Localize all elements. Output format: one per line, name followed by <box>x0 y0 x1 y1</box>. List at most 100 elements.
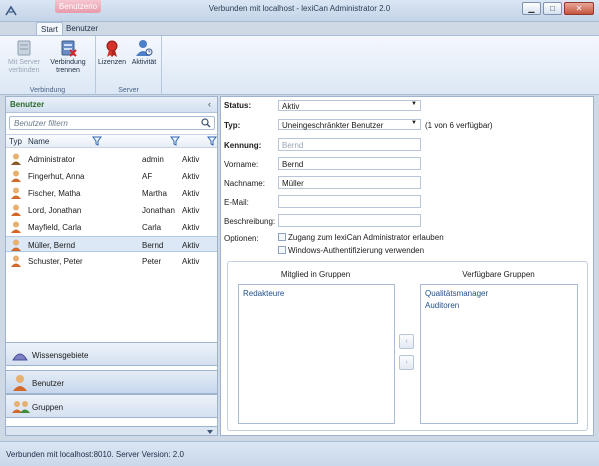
table-row[interactable]: Fischer, Matha Martha Aktiv <box>6 185 217 201</box>
group-label-server: Server <box>118 87 139 94</box>
license-ribbon-icon <box>106 40 118 57</box>
table-row[interactable]: Lord, Jonathan Jonathan Aktiv <box>6 202 217 218</box>
user-short-name: Bernd <box>142 241 164 250</box>
status-label: Status: <box>224 101 252 110</box>
nav-gruppen[interactable]: Gruppen <box>5 394 218 418</box>
connect-label-1: Mit Server <box>8 59 40 66</box>
navigation-pane: Wissensgebiete Benutzer Gruppen <box>5 342 218 438</box>
move-to-member-button[interactable]: ‹ <box>399 334 414 349</box>
user-filter-input[interactable]: Benutzer filtern <box>9 116 215 130</box>
type-select[interactable]: Uneingeschränkter Benutzer ▼ <box>278 119 421 130</box>
table-row[interactable]: Administrator admin Aktiv <box>6 151 217 167</box>
user-status: Aktiv <box>182 155 200 164</box>
table-row[interactable]: Fingerhut, Anna AF Aktiv <box>6 168 217 184</box>
chevron-down-icon <box>207 430 213 434</box>
user-icon <box>13 375 27 391</box>
search-icon[interactable] <box>201 118 211 128</box>
collapse-panel-button[interactable]: ‹ <box>208 99 211 109</box>
user-short-name: AF <box>142 172 153 181</box>
user-icon <box>11 187 21 199</box>
user-icon <box>11 255 21 267</box>
filter-funnel-icon[interactable] <box>207 136 217 146</box>
ribbon-group-verbindung: Mit Server verbinden Verbindung trennen … <box>0 36 96 95</box>
minimize-button[interactable]: ▁ <box>522 2 541 15</box>
member-groups-list[interactable]: Redakteure <box>238 284 395 424</box>
move-to-available-button[interactable]: › <box>399 355 414 370</box>
first-name-field[interactable]: Bernd <box>278 157 421 170</box>
checkbox-box[interactable] <box>278 246 286 254</box>
user-status: Aktiv <box>182 241 200 250</box>
licenses-label: Lizenzen <box>97 59 127 66</box>
user-icon <box>11 170 21 182</box>
disconnect-label-2: trennen <box>56 67 80 74</box>
available-groups-label: Verfügbare Gruppen <box>462 270 535 279</box>
user-grid-header: Typ Name <box>6 134 217 148</box>
list-item[interactable]: Qualitätsmanager <box>425 288 573 300</box>
type-label: Typ: <box>224 121 241 130</box>
available-groups-list[interactable]: Qualitätsmanager Auditoren <box>420 284 578 424</box>
allow-admin-access-checkbox[interactable]: Zugang zum lexiCan Administrator erlaube… <box>278 233 444 242</box>
status-bar: Verbunden mit localhost:8010. Server Ver… <box>0 441 599 466</box>
status-select[interactable]: Aktiv ▼ <box>278 100 421 111</box>
status-value: Aktiv <box>282 102 300 111</box>
user-short-name: admin <box>142 155 164 164</box>
disconnect-button[interactable]: Verbindung trennen <box>50 38 86 75</box>
user-icon <box>11 221 21 233</box>
options-label: Optionen: <box>224 234 259 243</box>
dropdown-arrow-icon: ▼ <box>411 120 417 126</box>
user-status: Aktiv <box>182 172 200 181</box>
title-bar: Benutzerio Verbunden mit localhost - lex… <box>0 0 599 22</box>
tab-benutzer[interactable]: Benutzer <box>62 22 102 35</box>
user-short-name: Martha <box>142 189 167 198</box>
user-details-panel: Status: Aktiv ▼ Typ: Uneingeschränkter B… <box>220 96 594 436</box>
user-name: Lord, Jonathan <box>28 206 82 215</box>
list-item[interactable]: Auditoren <box>425 300 573 312</box>
knowledge-area-icon <box>12 353 28 361</box>
ribbon-tabs: Start Benutzer <box>0 22 599 35</box>
ribbon-group-server: Lizenzen Aktivität Server <box>96 36 162 95</box>
id-label: Kennung: <box>224 141 262 150</box>
maximize-button[interactable]: □ <box>543 2 562 15</box>
member-groups-label: Mitglied in Gruppen <box>280 270 351 279</box>
email-field[interactable] <box>278 195 421 208</box>
group-membership-section: Mitglied in Gruppen Verfügbare Gruppen R… <box>227 261 588 431</box>
table-row[interactable]: Mayfield, Carla Carla Aktiv <box>6 219 217 235</box>
license-availability: (1 von 6 verfügbar) <box>425 121 493 130</box>
nav-wissensgebiete[interactable]: Wissensgebiete <box>5 342 218 366</box>
column-typ[interactable]: Typ <box>9 137 22 146</box>
connect-server-button[interactable]: Mit Server verbinden <box>6 38 42 75</box>
description-field[interactable] <box>278 214 421 227</box>
licenses-button[interactable]: Lizenzen <box>94 38 130 67</box>
windows-auth-checkbox[interactable]: Windows-Authentifizierung verwenden <box>278 246 424 255</box>
user-name: Administrator <box>28 155 76 164</box>
email-label: E-Mail: <box>224 198 249 207</box>
table-row[interactable]: Müller, Bernd Bernd Aktiv <box>6 236 217 252</box>
status-text: Verbunden mit localhost:8010. Server Ver… <box>6 450 184 459</box>
close-button[interactable]: ✕ <box>564 2 594 15</box>
table-row[interactable]: Schuster, Peter Peter Aktiv <box>6 253 217 269</box>
column-name[interactable]: Name <box>28 137 49 146</box>
filter-funnel-icon[interactable] <box>92 136 102 146</box>
server-disconnect-icon <box>61 40 77 57</box>
id-field: Bernd <box>278 138 421 151</box>
filter-funnel-icon[interactable] <box>170 136 180 146</box>
ribbon: Mit Server verbinden Verbindung trennen … <box>0 35 599 95</box>
nav-benutzer[interactable]: Benutzer <box>5 370 218 394</box>
nav-label-benutzer: Benutzer <box>32 379 65 388</box>
user-icon <box>11 204 21 216</box>
users-panel-title: Benutzer <box>10 100 45 109</box>
nav-label-gruppen: Gruppen <box>32 403 64 412</box>
user-status: Aktiv <box>182 223 200 232</box>
tab-start[interactable]: Start <box>36 22 63 35</box>
nav-overflow[interactable] <box>5 426 218 436</box>
user-short-name: Peter <box>142 257 162 266</box>
user-icon <box>11 239 21 251</box>
list-item[interactable]: Redakteure <box>243 288 390 300</box>
user-status: Aktiv <box>182 206 200 215</box>
activity-button[interactable]: Aktivität <box>126 38 162 67</box>
activity-user-icon <box>136 40 153 56</box>
checkbox-box[interactable] <box>278 233 286 241</box>
group-label-verbindung: Verbindung <box>29 87 66 94</box>
last-name-field[interactable]: Müller <box>278 176 421 189</box>
user-icon <box>11 153 21 165</box>
